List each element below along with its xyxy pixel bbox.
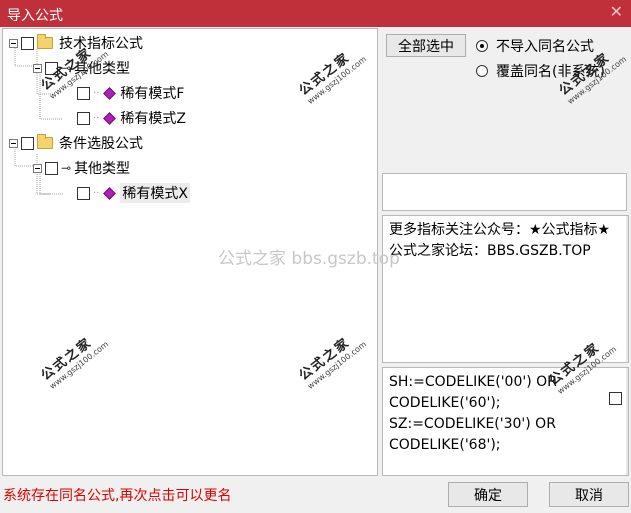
code-checkbox[interactable] bbox=[609, 392, 622, 405]
code-panel: SH:=CODELIKE('00') OR CODELIKE('60'); SZ… bbox=[382, 367, 629, 476]
tree-node-label: 条件选股公式 bbox=[59, 136, 143, 152]
tree-node-stock-screen-formulas[interactable]: 条件选股公式 bbox=[9, 132, 143, 154]
ok-button[interactable]: 确定 bbox=[448, 482, 528, 507]
title-bar: 导入公式 ✕ bbox=[0, 0, 631, 27]
status-message: 系统存在同名公式,再次点击可以更名 bbox=[3, 488, 232, 504]
tree-node-label: 其他类型 bbox=[74, 61, 131, 77]
info-panel: 更多指标关注公众号：★公式指标★公式之家论坛：BBS.GSZB.TOP bbox=[382, 215, 629, 363]
tree-checkbox[interactable] bbox=[77, 111, 90, 125]
tree-node-label: 稀有模式Z bbox=[120, 111, 186, 127]
collapse-icon[interactable] bbox=[9, 38, 18, 48]
tree-node-indicator-formulas[interactable]: 技术指标公式 bbox=[9, 32, 143, 54]
code-text: SH:=CODELIKE('00') OR CODELIKE('60'); SZ… bbox=[389, 374, 557, 453]
folder-icon bbox=[37, 34, 53, 49]
option-no-import-same-name[interactable]: 不导入同名公式 bbox=[476, 36, 594, 56]
close-icon[interactable]: ✕ bbox=[610, 2, 623, 21]
folder-icon bbox=[37, 134, 53, 149]
tree-node-other-types[interactable]: ⊸ 其他类型 bbox=[33, 157, 130, 179]
select-all-button[interactable]: 全部选中 bbox=[386, 34, 466, 57]
tree-checkbox[interactable] bbox=[21, 36, 34, 50]
tree-checkbox[interactable] bbox=[77, 86, 90, 100]
formula-tree[interactable]: 技术指标公式 ⊸ 其他类型 ·· 稀有模式F ·· 稀有模式Z 条件选股公式 ⊸… bbox=[2, 28, 378, 476]
option-label: 不导入同名公式 bbox=[496, 39, 594, 55]
tree-checkbox[interactable] bbox=[77, 186, 90, 200]
option-label: 覆盖同名(非系统) bbox=[496, 64, 605, 80]
tree-node-other-types[interactable]: ⊸ 其他类型 bbox=[33, 57, 130, 79]
tree-node-label: 技术指标公式 bbox=[59, 36, 143, 52]
option-overwrite-same-name[interactable]: 覆盖同名(非系统) bbox=[476, 61, 605, 81]
window-title: 导入公式 bbox=[7, 8, 63, 24]
tree-checkbox[interactable] bbox=[21, 136, 34, 150]
key-icon: ⊸ bbox=[61, 61, 72, 75]
radio-button[interactable] bbox=[476, 40, 488, 52]
tree-checkbox[interactable] bbox=[45, 61, 58, 75]
connector-dots: ·· bbox=[93, 112, 100, 124]
collapse-icon[interactable] bbox=[33, 163, 42, 173]
collapse-icon[interactable] bbox=[33, 63, 42, 73]
scrollbar[interactable] bbox=[626, 368, 628, 475]
gem-icon bbox=[103, 186, 117, 200]
gem-icon bbox=[103, 86, 117, 100]
tree-node-formula[interactable]: ·· 稀有模式Z bbox=[77, 107, 186, 129]
gem-icon bbox=[103, 111, 117, 125]
connector-dots: ·· bbox=[93, 87, 100, 99]
tree-node-label: 稀有模式F bbox=[120, 86, 185, 102]
cancel-button[interactable]: 取消 bbox=[549, 482, 629, 507]
connector-dots: ·· bbox=[93, 187, 100, 199]
tree-node-formula-selected[interactable]: ·· 稀有模式X bbox=[77, 182, 190, 204]
tree-node-label: 稀有模式X bbox=[120, 183, 190, 203]
tree-node-formula[interactable]: ·· 稀有模式F bbox=[77, 82, 184, 104]
name-input[interactable] bbox=[382, 173, 627, 211]
tree-node-label: 其他类型 bbox=[74, 161, 131, 177]
scrollbar[interactable] bbox=[626, 216, 628, 362]
tree-checkbox[interactable] bbox=[45, 161, 58, 175]
key-icon: ⊸ bbox=[61, 161, 72, 175]
collapse-icon[interactable] bbox=[9, 138, 18, 148]
radio-button[interactable] bbox=[476, 65, 488, 77]
info-text: 更多指标关注公众号：★公式指标★公式之家论坛：BBS.GSZB.TOP bbox=[389, 222, 611, 259]
